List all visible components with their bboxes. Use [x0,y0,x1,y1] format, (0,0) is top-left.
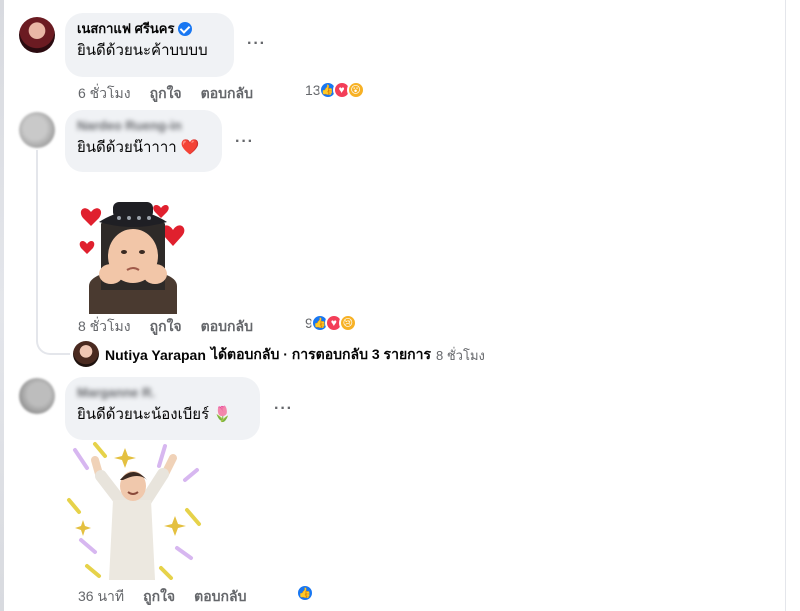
like-button[interactable]: ถูกใจ [143,586,175,608]
avatar[interactable] [73,341,99,367]
girl-with-hearts-sticker[interactable] [77,190,190,314]
comment-timestamp[interactable]: 36 นาที [78,586,124,608]
comment-author[interactable]: เนสกาแฟ ศรีนคร [77,21,222,37]
comment-text: ยินดีด้วยน๊าาาา ❤️ [77,139,200,156]
comment-actions: 6 ชั่วโมง ถูกใจ ตอบกลับ [78,83,272,105]
thread-connector [36,325,70,355]
verified-badge-icon [178,22,193,36]
author-name[interactable]: Marganne R. [77,385,155,401]
more-options-button[interactable]: ··· [235,133,254,151]
reaction-summary[interactable]: 9 👍 ♥ 😢 [305,314,357,332]
left-edge-divider [0,0,4,611]
reaction-summary[interactable]: 👍 [296,584,314,602]
replies-summary[interactable]: ได้ตอบกลับ · การตอบกลับ 3 รายการ [211,344,431,366]
comment-author[interactable]: Marganne R. [77,385,248,401]
reaction-summary[interactable]: 13 👍 ♥ 😮 [305,81,365,99]
comment-bubble: Marganne R. ยินดีด้วยนะน้องเบียร์ 🌷 [65,377,260,440]
author-name[interactable]: เนสกาแฟ ศรีนคร [77,21,174,37]
comment-bubble: Nardeo Rueng-in ยินดีด้วยน๊าาาา ❤️ [65,110,222,172]
panel-border [785,0,786,611]
comment-text: ยินดีด้วยนะค้าบบบบ [77,42,208,59]
like-button[interactable]: ถูกใจ [150,83,182,105]
reply-button[interactable]: ตอบกลับ [194,586,246,608]
avatar[interactable] [19,17,55,53]
more-options-button[interactable]: ··· [274,400,293,418]
view-replies-link[interactable]: Nutiya Yarapan ได้ตอบกลับ · การตอบกลับ 3… [105,344,485,366]
comment-bubble: เนสกาแฟ ศรีนคร ยินดีด้วยนะค้าบบบบ [65,13,234,77]
celebrating-man-sticker[interactable] [65,440,202,580]
reply-button[interactable]: ตอบกลับ [201,316,253,338]
comment-actions: 8 ชั่วโมง ถูกใจ ตอบกลับ [78,316,272,338]
sad-icon: 😢 [338,314,357,332]
comment-actions: 36 นาที ถูกใจ ตอบกลับ [78,586,265,608]
comment-author[interactable]: Nardeo Rueng-in [77,118,210,134]
thread-line [36,150,38,330]
comment-text: ยินดีด้วยนะน้องเบียร์ 🌷 [77,406,232,423]
more-options-button[interactable]: ··· [247,35,266,53]
author-name[interactable]: Nardeo Rueng-in [77,118,182,134]
like-button[interactable]: ถูกใจ [150,316,182,338]
comment-timestamp[interactable]: 8 ชั่วโมง [78,316,131,338]
reply-button[interactable]: ตอบกลับ [201,83,253,105]
like-icon: 👍 [296,584,314,602]
wow-icon: 😮 [346,81,365,99]
avatar[interactable] [19,378,55,414]
reply-timestamp: 8 ชั่วโมง [436,347,485,363]
avatar[interactable] [19,112,55,148]
comment-timestamp[interactable]: 6 ชั่วโมง [78,83,131,105]
reply-author-name[interactable]: Nutiya Yarapan [105,347,206,363]
